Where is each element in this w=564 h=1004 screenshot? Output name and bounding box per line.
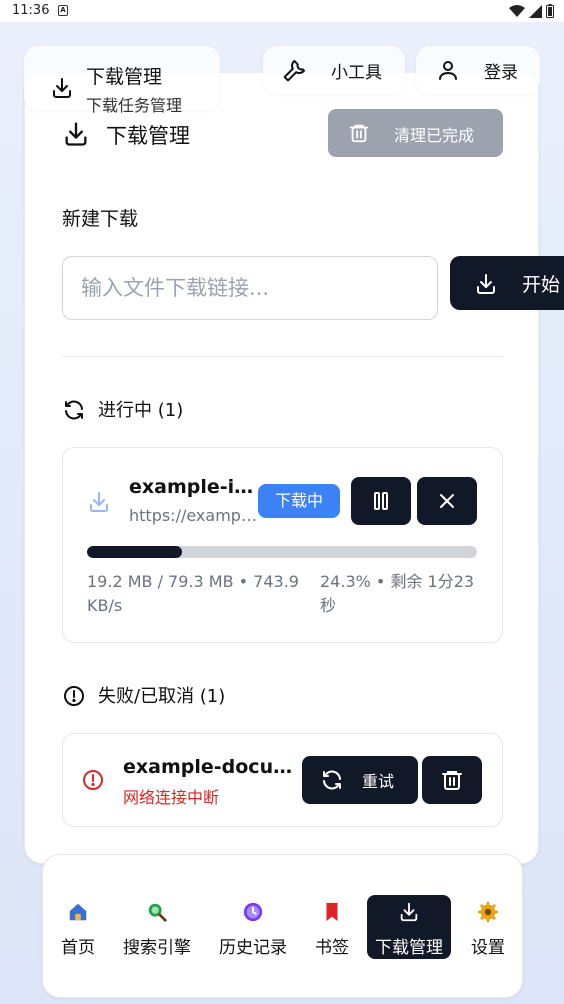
nav-label: 设置 [471, 938, 505, 958]
tools-label: 小工具 [331, 63, 382, 83]
start-download-button[interactable]: 开始 [450, 256, 564, 310]
download-item: example-image.jpg https://example.com/im… [62, 447, 503, 643]
app-header: 下载管理 下载任务管理 [24, 46, 220, 115]
search-icon [146, 901, 168, 928]
alert-circle-icon [81, 768, 105, 796]
failed-heading-text: 失败/已取消 (1) [98, 686, 226, 707]
nav-item-search[interactable]: 搜索引擎 [117, 895, 197, 959]
pause-button[interactable] [351, 477, 411, 525]
progress-fill [87, 546, 182, 558]
size-speed: 19.2 MB / 79.3 MB • 743.9 KB/s [87, 572, 299, 615]
nav-label: 书签 [315, 938, 349, 958]
nav-label: 首页 [61, 938, 95, 958]
clear-completed-button[interactable]: 清理已完成 [328, 109, 503, 157]
header-title: 下载管理 [86, 66, 163, 88]
status-badge: 下载中 [258, 484, 340, 518]
cancel-button[interactable] [417, 477, 477, 525]
trash-icon [440, 768, 464, 796]
download-icon [62, 120, 90, 153]
status-bar: 11:36 A [0, 0, 564, 22]
nav-label: 下载管理 [375, 938, 443, 958]
download-icon [398, 901, 420, 928]
download-icon [50, 76, 74, 104]
home-icon [67, 901, 89, 928]
page-title-text: 下载管理 [106, 124, 190, 148]
divider [62, 356, 503, 357]
clear-completed-label: 清理已完成 [394, 126, 475, 145]
error-message: 网络连接中断 [123, 788, 220, 807]
download-icon [474, 272, 498, 301]
bottom-nav: 首页 搜索引擎 历史记录 书签 下载管理 设置 [42, 854, 523, 998]
pause-icon [369, 489, 393, 517]
status-time: 11:36 [12, 3, 50, 18]
nav-label: 搜索引擎 [123, 938, 191, 958]
progress-bar [87, 546, 477, 558]
nav-item-downloads[interactable]: 下载管理 [367, 895, 451, 959]
login-label: 登录 [484, 63, 518, 83]
nav-item-bookmarks[interactable]: 书签 [309, 895, 355, 959]
file-url: https://example.com/image.jpg [129, 506, 257, 525]
nav-item-settings[interactable]: 设置 [465, 895, 511, 959]
user-icon [436, 58, 460, 87]
signal-icon [529, 4, 542, 18]
settings-icon [477, 901, 499, 928]
url-input[interactable] [62, 256, 438, 320]
status-icons [509, 4, 554, 18]
retry-button[interactable]: 重试 [302, 756, 418, 804]
retry-label: 重试 [362, 772, 395, 791]
percent-remaining: 24.3% • 剩余 1分23秒 [320, 572, 475, 615]
refresh-icon [62, 398, 86, 427]
wrench-icon [283, 58, 307, 87]
active-heading-text: 进行中 (1) [98, 400, 184, 421]
tools-button[interactable]: 小工具 [263, 46, 405, 94]
delete-button[interactable] [422, 756, 482, 804]
file-name: example-document.pdf [123, 756, 301, 778]
nav-item-history[interactable]: 历史记录 [213, 895, 293, 959]
failed-item: example-document.pdf 网络连接中断 重试 [62, 733, 503, 827]
bookmark-icon [321, 901, 343, 928]
login-button[interactable]: 登录 [416, 46, 540, 94]
wifi-icon [509, 4, 525, 17]
sim-badge: A [58, 5, 68, 16]
trash-icon [348, 122, 370, 148]
alert-circle-icon [62, 684, 86, 713]
nav-label: 历史记录 [219, 938, 287, 958]
start-download-label: 开始 [522, 274, 561, 296]
nav-item-home[interactable]: 首页 [55, 895, 101, 959]
history-icon [242, 901, 264, 928]
close-icon [435, 489, 459, 517]
download-icon [87, 490, 111, 518]
file-name: example-image.jpg [129, 476, 257, 498]
header-subtitle: 下载任务管理 [86, 96, 183, 115]
refresh-icon [320, 768, 344, 796]
new-download-heading: 新建下载 [62, 208, 139, 230]
battery-icon [546, 4, 554, 18]
